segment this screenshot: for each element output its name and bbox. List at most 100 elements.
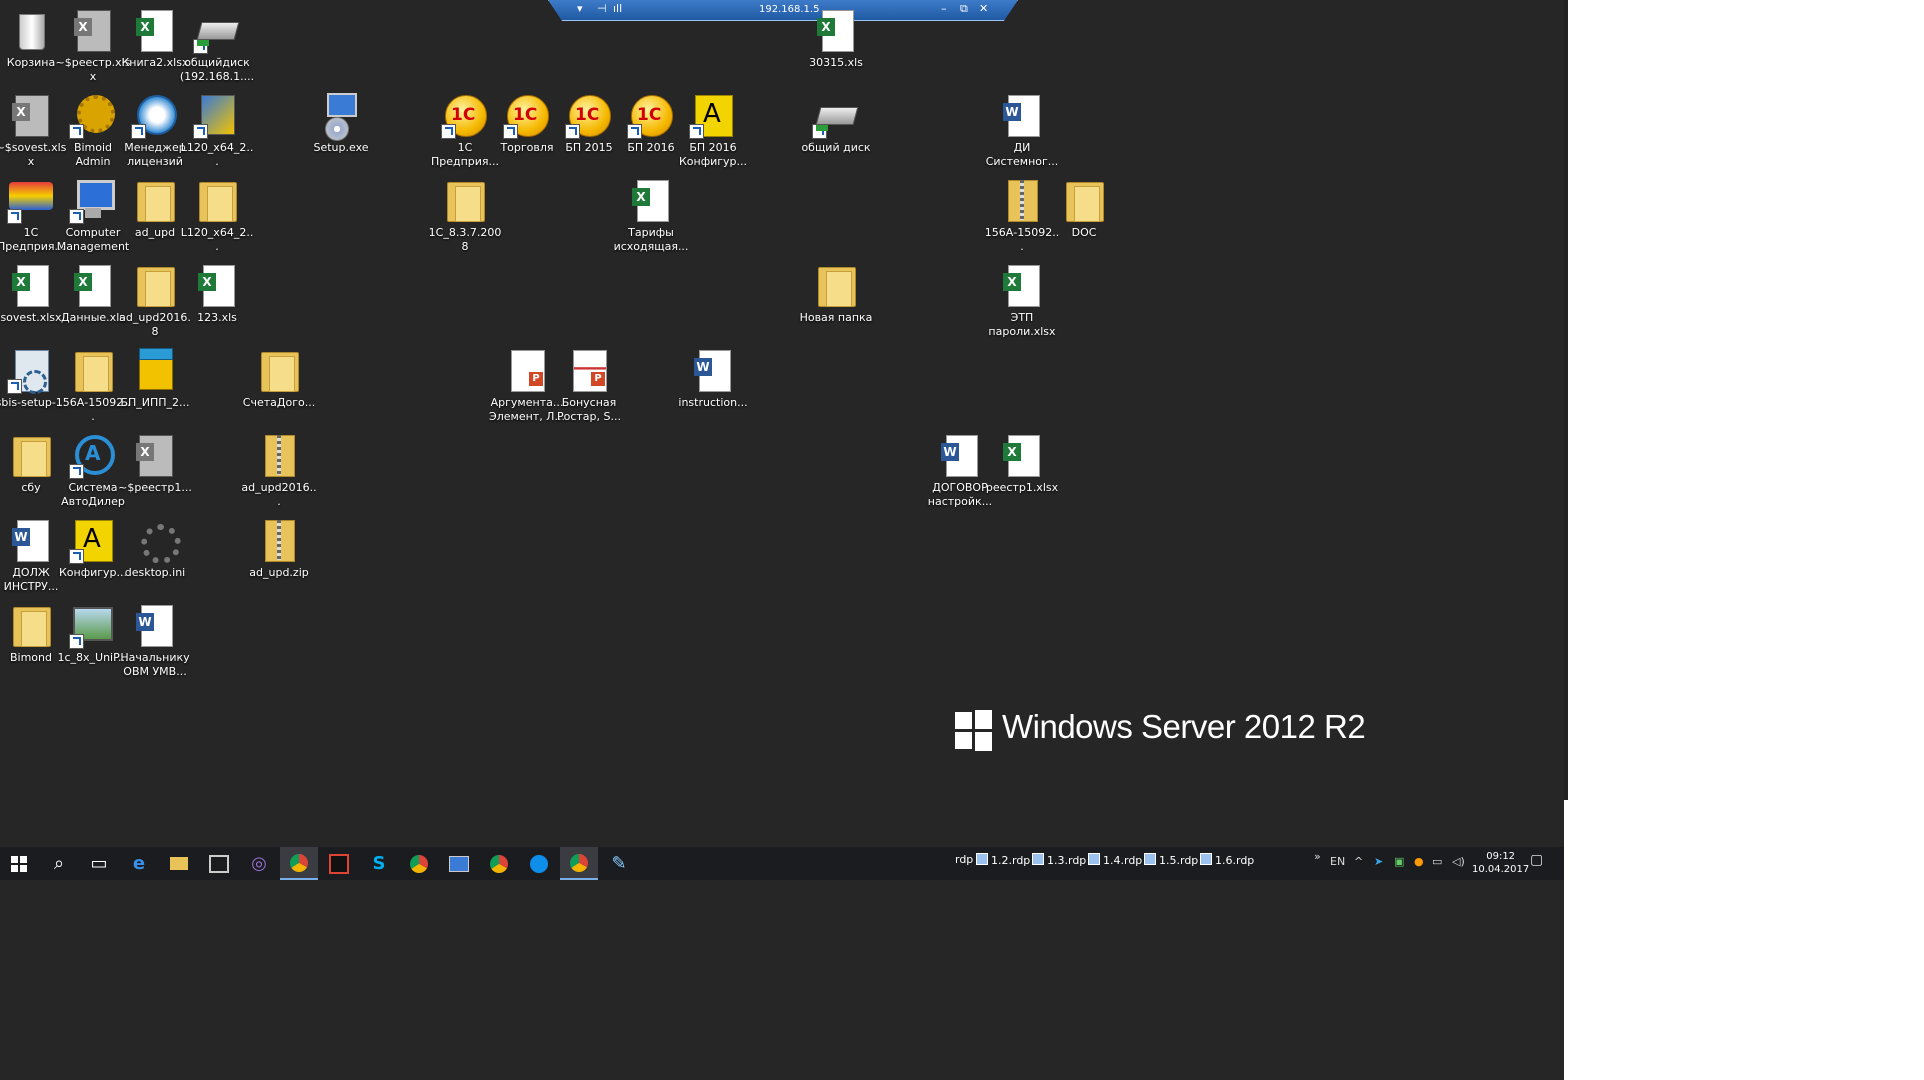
taskbar: ⌕ ▭ e ◎ S ✎ rdp 1.2.rdp 1.3.rdp 1.4.rdp 1.5… (0, 847, 1564, 880)
rdp-file-icon (976, 853, 988, 865)
desktop-icon-label: 123.xls (197, 311, 237, 324)
start-button[interactable] (0, 847, 38, 880)
rdp-menu-icon[interactable]: ▾ (577, 2, 583, 15)
rdp-shortcut[interactable]: 1.5.rdp (1144, 853, 1198, 867)
desktop-icon[interactable]: 123.xls (179, 255, 255, 325)
desktop-icon[interactable]: общийдиск (192.168.1.... (179, 0, 255, 84)
rdp-shortcut[interactable]: 1.2.rdp (976, 853, 1030, 867)
desktop-icon-label: общий диск (801, 141, 871, 154)
desktop-icon[interactable]: Тарифы исходящая... (613, 170, 689, 254)
telegram-icon[interactable]: ➤ (1374, 855, 1383, 868)
rdp-restore-button[interactable]: ⧉ (960, 2, 968, 16)
rdp-shortcut[interactable]: 1.6.rdp (1200, 853, 1254, 867)
desktop-icon[interactable]: L120_x64_2... (179, 85, 255, 169)
desktop-icon[interactable]: Начальнику ОВМ УМВ... (117, 595, 193, 679)
remote-desktop-icon[interactable] (440, 847, 478, 880)
zip-icon (255, 431, 303, 479)
clock-date: 10.04.2017 (1472, 864, 1530, 875)
network-icon[interactable]: ▭ (1432, 855, 1442, 868)
chrome-icon-2[interactable] (400, 847, 438, 880)
desktop-icon-label: ДИ Системног... (985, 141, 1059, 168)
desktop-icon[interactable]: DOC (1046, 170, 1122, 240)
rdp-shortcut[interactable]: 1.4.rdp (1088, 853, 1142, 867)
config-icon (689, 91, 737, 139)
edge-browser-icon[interactable]: e (120, 847, 158, 880)
desktop-icon[interactable]: реестр1.xlsx (984, 425, 1060, 495)
desktop-icon-label: 1C_8.3.7.2008 (428, 226, 502, 253)
desktop-icon-label: БП 2016 Конфигур... (678, 141, 748, 168)
chrome-icon[interactable] (280, 847, 318, 880)
desktop-icon[interactable]: СчетаДого... (241, 340, 317, 410)
rdp-minimize-button[interactable]: – (941, 2, 947, 15)
rainbow-icon (7, 176, 55, 224)
excel-icon (131, 6, 179, 54)
folder-icon (441, 176, 489, 224)
desktop-icon-label: ЭТП пароли.xlsx (988, 311, 1056, 338)
tray-app-icon[interactable]: ▣ (1394, 855, 1404, 868)
onec-icon (627, 91, 675, 139)
desktop-icon[interactable]: ad_upd2016... (241, 425, 317, 509)
desktop-icon[interactable]: 30315.xls (798, 0, 874, 70)
language-indicator[interactable]: EN (1330, 855, 1345, 868)
shortcut-arrow-icon (689, 124, 704, 139)
shortcut-arrow-icon (69, 634, 84, 649)
teamviewer-icon[interactable] (520, 847, 558, 880)
rdp-file-icon (1032, 853, 1044, 865)
word-icon (131, 601, 179, 649)
excel-icon (7, 91, 55, 139)
file-explorer-icon[interactable] (160, 847, 198, 880)
desktop: ▾ ⊣ ıll 192.168.1.5 – ⧉ ✕ Корзина~$реест… (0, 0, 1924, 1080)
chrome-icon-3[interactable] (480, 847, 518, 880)
tray-expand-icon[interactable]: ^ (1354, 855, 1363, 868)
store-icon[interactable] (200, 847, 238, 880)
desktop-icon[interactable]: ЭТП пароли.xlsx (984, 255, 1060, 339)
desktop-icon[interactable]: БП_ИПП_2... (117, 340, 193, 410)
shortcut-arrow-icon (565, 124, 580, 139)
desktop-icon-label: desktop.ini (124, 566, 186, 579)
excel-icon (131, 431, 179, 479)
desktop-icon[interactable]: Setup.exe (303, 85, 379, 155)
paint-icon[interactable]: ✎ (600, 847, 638, 880)
desktop-icon[interactable]: БП 2016 Конфигур... (675, 85, 751, 169)
volume-icon[interactable]: ◁) (1452, 855, 1465, 868)
desktop-icon-label: Тарифы исходящая... (613, 226, 689, 253)
rdp-shortcut[interactable]: 1.3.rdp (1032, 853, 1086, 867)
action-center-icon[interactable]: ▢ (1530, 852, 1543, 868)
ppt-icon (565, 346, 613, 394)
desktop-icon-label: ~$реестр1... (118, 481, 192, 494)
shortcut-arrow-icon (7, 209, 22, 224)
task-view-icon[interactable]: ▭ (80, 847, 118, 880)
tray-notify-icon[interactable]: ● (1414, 855, 1424, 868)
viber-icon[interactable]: ◎ (240, 847, 278, 880)
search-icon[interactable]: ⌕ (40, 847, 78, 880)
pin-icon[interactable]: ⊣ (597, 2, 607, 15)
desktop-icon[interactable]: ad_upd.zip (241, 510, 317, 580)
desktop-icon[interactable]: L120_x64_2... (179, 170, 255, 254)
folder-icon (255, 346, 303, 394)
gear-icon (69, 91, 117, 139)
chrome-icon-4[interactable] (560, 847, 598, 880)
desktop-icon[interactable]: instruction... (675, 340, 751, 410)
excel-icon (69, 261, 117, 309)
desktop-icon[interactable]: ~$реестр1... (117, 425, 193, 495)
rdp-file-icon (1200, 853, 1212, 865)
shortcut-arrow-icon (193, 39, 208, 54)
skype-icon[interactable]: S (360, 847, 398, 880)
rdp-close-button[interactable]: ✕ (979, 2, 988, 15)
desktop-icon[interactable]: Бонусная Ростар, S... (551, 340, 627, 424)
desktop-icon[interactable]: Новая папка (798, 255, 874, 325)
desktop-icon-label: реестр1.xlsx (985, 481, 1059, 494)
toolbar-overflow-button[interactable]: » (1314, 850, 1321, 863)
onec-icon (503, 91, 551, 139)
folder-icon (131, 261, 179, 309)
desktop-icon[interactable]: общий диск (798, 85, 874, 155)
desktop-icon[interactable]: desktop.ini (117, 510, 193, 580)
desktop-icon-label: Начальнику ОВМ УМВ... (120, 651, 190, 678)
desktop-icon[interactable]: 1C_8.3.7.2008 (427, 170, 503, 254)
excel-icon (7, 261, 55, 309)
rdp-shortcut-label: 1.2.rdp (991, 854, 1031, 867)
shortcut-arrow-icon (69, 464, 84, 479)
clock[interactable]: 09:12 10.04.2017 (1472, 850, 1529, 876)
intellij-icon[interactable] (320, 847, 358, 880)
desktop-icon[interactable]: ДИ Системног... (984, 85, 1060, 169)
